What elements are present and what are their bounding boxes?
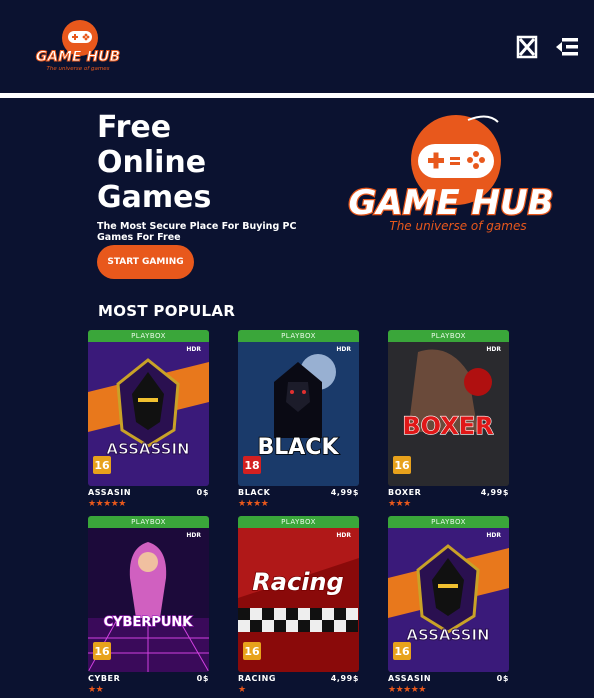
start-gaming-button[interactable]: START GAMING — [97, 245, 194, 279]
hdr-badge: HDR — [186, 532, 201, 539]
star-rating: ★★★★★ — [88, 498, 126, 508]
hero-title-line: Games — [97, 180, 212, 215]
hero-title: Free Online Games — [97, 110, 297, 215]
hdr-badge: HDR — [486, 532, 501, 539]
game-name: ASSASIN — [388, 674, 432, 683]
svg-text:ASSASSIN: ASSASSIN — [106, 440, 189, 458]
game-cover[interactable]: ASSASSIN PLAYBOX HDR 16 — [88, 330, 209, 486]
game-cover[interactable]: Racing PLAYBOX HDR 16 — [238, 516, 359, 672]
hdr-badge: HDR — [336, 346, 351, 353]
hero-title-line: Online — [97, 145, 207, 180]
game-price: 0$ — [196, 674, 209, 683]
hero-title-line: Free — [97, 110, 172, 145]
game-price: 4,99$ — [330, 674, 359, 683]
game-price: 4,99$ — [480, 488, 509, 497]
svg-text:GAME HUB: GAME HUB — [348, 183, 553, 223]
game-hub-hero-logo: GAME HUB The universe of games — [347, 115, 555, 233]
game-name: RACING — [238, 674, 277, 683]
svg-text:Racing: Racing — [252, 568, 343, 596]
game-cover[interactable]: BOXER PLAYBOX HDR 16 — [388, 330, 509, 486]
svg-text:ASSASSIN: ASSASSIN — [406, 626, 489, 644]
svg-text:BOXER: BOXER — [402, 412, 493, 440]
star-rating: ★★★ — [388, 498, 411, 508]
game-name: ASSASIN — [88, 488, 132, 497]
header-divider — [0, 93, 594, 98]
platform-bar: PLAYBOX — [388, 516, 509, 528]
most-popular-heading: MOST POPULAR — [98, 302, 236, 320]
hdr-badge: HDR — [186, 346, 201, 353]
game-price: 4,99$ — [330, 488, 359, 497]
star-rating: ★★ — [88, 684, 104, 694]
age-rating: 16 — [243, 642, 261, 660]
svg-text:BLACK: BLACK — [257, 435, 339, 460]
menu-icon[interactable] — [554, 34, 580, 60]
hdr-badge: HDR — [336, 532, 351, 539]
svg-text:CYBERPUNK: CYBERPUNK — [104, 615, 194, 630]
platform-bar: PLAYBOX — [388, 330, 509, 342]
game-cover[interactable]: BLACK PLAYBOX HDR 18 — [238, 330, 359, 486]
star-rating: ★★★★★ — [388, 684, 426, 694]
close-x-icon[interactable] — [514, 34, 540, 60]
site-header: GAME HUB The universe of games — [0, 0, 594, 92]
age-rating: 16 — [393, 642, 411, 660]
platform-bar: PLAYBOX — [238, 330, 359, 342]
hdr-badge: HDR — [486, 346, 501, 353]
star-rating: ★ — [238, 684, 246, 694]
game-name: BLACK — [238, 488, 271, 497]
age-rating: 16 — [93, 642, 111, 660]
age-rating: 18 — [243, 456, 261, 474]
svg-text:The universe of games: The universe of games — [389, 219, 526, 233]
game-price: 0$ — [496, 674, 509, 683]
platform-bar: PLAYBOX — [88, 516, 209, 528]
game-name: CYBER — [88, 674, 121, 683]
game-cover[interactable]: CYBERPUNK PLAYBOX HDR 16 — [88, 516, 209, 672]
hero-subtitle: The Most Secure Place For Buying PC Game… — [97, 221, 297, 243]
svg-text:GAME HUB: GAME HUB — [36, 49, 120, 65]
game-name: BOXER — [388, 488, 422, 497]
platform-bar: PLAYBOX — [238, 516, 359, 528]
game-price: 0$ — [196, 488, 209, 497]
age-rating: 16 — [393, 456, 411, 474]
game-hub-logo[interactable]: GAME HUB The universe of games — [34, 16, 120, 74]
platform-bar: PLAYBOX — [88, 330, 209, 342]
game-cover[interactable]: ASSASSIN PLAYBOX HDR 16 — [388, 516, 509, 672]
star-rating: ★★★★ — [238, 498, 269, 508]
svg-text:The universe of games: The universe of games — [47, 66, 110, 72]
age-rating: 16 — [93, 456, 111, 474]
